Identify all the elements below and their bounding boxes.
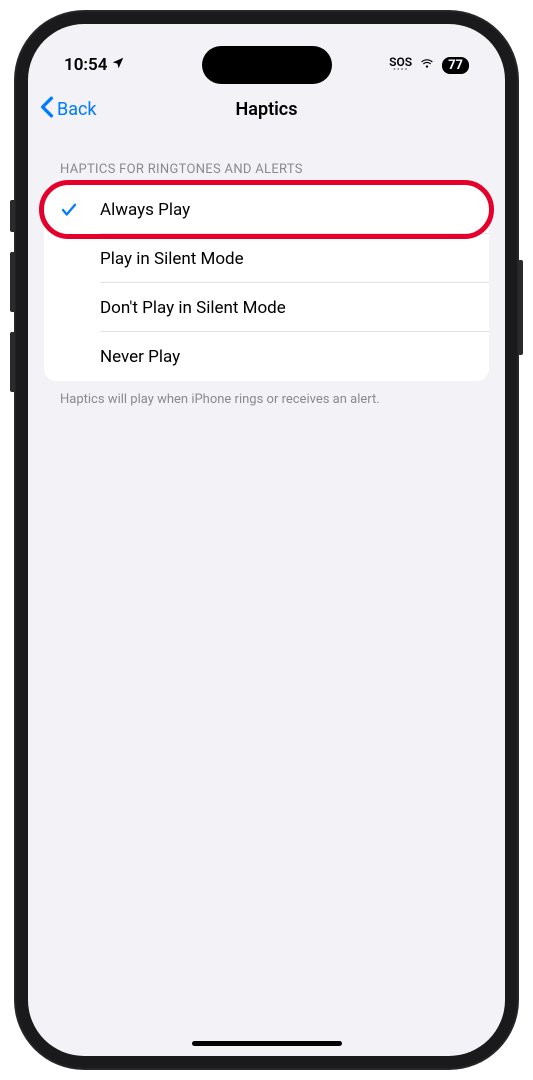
wifi-icon — [418, 56, 436, 74]
mute-switch — [10, 200, 14, 232]
option-label: Play in Silent Mode — [100, 249, 244, 269]
side-buttons-right — [519, 260, 523, 355]
option-always-play[interactable]: Always Play — [44, 185, 489, 234]
status-right: SOS •••• 77 — [389, 56, 469, 74]
location-icon — [111, 55, 125, 75]
option-never-play[interactable]: Never Play — [44, 332, 489, 381]
content: HAPTICS FOR RINGTONES AND ALERTS Always … — [28, 134, 505, 419]
section-header: HAPTICS FOR RINGTONES AND ALERTS — [44, 134, 489, 185]
battery-indicator: 77 — [442, 57, 469, 74]
status-left: 10:54 — [64, 55, 125, 75]
haptics-options-list: Always Play Play in Silent Mode Don't Pl… — [44, 185, 489, 381]
home-indicator[interactable] — [192, 1041, 342, 1046]
chevron-left-icon — [40, 96, 54, 123]
option-label: Don't Play in Silent Mode — [100, 298, 286, 318]
phone-frame: 10:54 SOS •••• 77 — [14, 10, 519, 1070]
option-play-in-silent[interactable]: Play in Silent Mode — [44, 234, 489, 283]
side-buttons-left — [10, 200, 14, 412]
page-title: Haptics — [236, 99, 298, 120]
option-dont-play-in-silent[interactable]: Don't Play in Silent Mode — [44, 283, 489, 332]
volume-down-button — [10, 332, 14, 392]
power-button — [519, 260, 523, 355]
section-footer: Haptics will play when iPhone rings or r… — [44, 381, 489, 419]
back-button[interactable]: Back — [40, 96, 97, 123]
sos-indicator: SOS •••• — [389, 56, 412, 74]
phone-screen: 10:54 SOS •••• 77 — [28, 24, 505, 1056]
back-label: Back — [57, 99, 97, 120]
checkmark-icon — [60, 201, 100, 219]
dynamic-island — [202, 46, 332, 84]
nav-bar: Back Haptics — [28, 84, 505, 134]
option-label: Never Play — [100, 347, 180, 367]
option-label: Always Play — [100, 200, 190, 220]
status-time: 10:54 — [64, 55, 107, 75]
volume-up-button — [10, 252, 14, 312]
